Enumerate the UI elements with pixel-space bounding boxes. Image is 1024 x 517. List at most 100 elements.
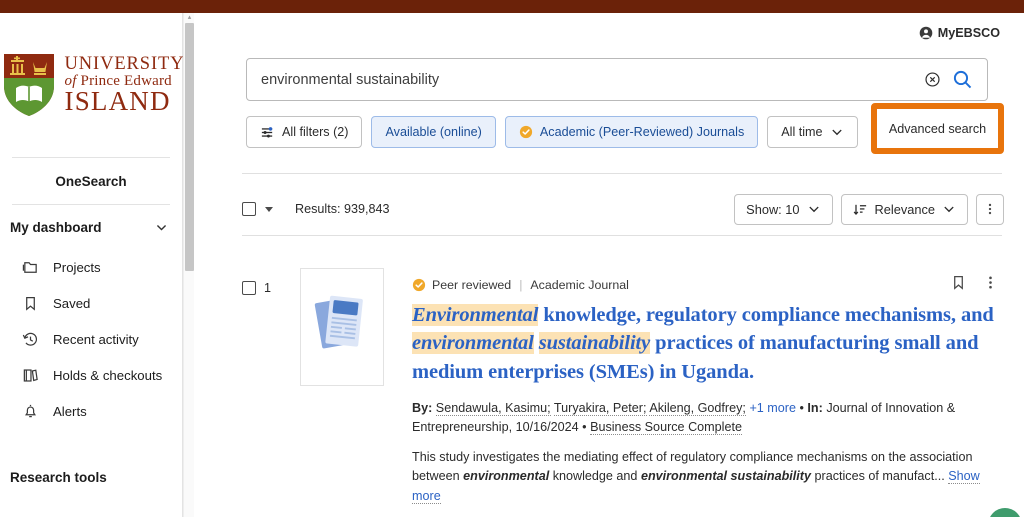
sidebar-item-label: Holds & checkouts <box>53 368 162 383</box>
search-input[interactable] <box>247 72 917 88</box>
result-abstract: This study investigates the mediating ef… <box>412 448 1002 507</box>
results-toolbar: Results: 939,843 Show: 10 Relevance <box>242 189 1004 229</box>
result-actions <box>950 274 998 291</box>
sort-dropdown[interactable]: Relevance <box>841 194 968 225</box>
title-plain: knowledge, regulatory compliance mechani… <box>538 304 993 326</box>
article-documents-icon <box>313 291 371 363</box>
results-more-options-button[interactable] <box>976 194 1004 225</box>
abstract-term: environmental <box>463 469 549 483</box>
books-shelf-icon <box>22 367 39 384</box>
filter-chip-academic-peer-reviewed[interactable]: Academic (Peer-Reviewed) Journals <box>505 116 758 148</box>
sidebar-section-research-tools[interactable]: Research tools <box>0 455 182 499</box>
meta-bullet: • <box>800 401 804 415</box>
title-highlight: sustainability <box>539 332 650 354</box>
filter-chip-all-time[interactable]: All time <box>767 116 857 148</box>
sort-label: Relevance <box>875 202 935 217</box>
filter-chip-available-online[interactable]: Available (online) <box>371 116 495 148</box>
by-label: By: <box>412 401 432 415</box>
left-sidebar: UNIVERSITY of Prince Edward ISLAND OneSe… <box>0 13 183 517</box>
show-per-page-label: Show: 10 <box>746 202 799 217</box>
chevron-down-icon <box>942 202 956 216</box>
browser-top-bar <box>0 0 1024 13</box>
sidebar-item-label: Alerts <box>53 404 87 419</box>
peer-reviewed-badge: Peer reviewed <box>412 278 511 292</box>
results-count-label: Results: 939,843 <box>295 202 390 216</box>
in-label: In: <box>807 401 822 415</box>
title-plain <box>534 332 539 354</box>
clear-circle-x-icon <box>924 71 941 88</box>
sort-descending-icon <box>853 202 868 217</box>
result-thumbnail[interactable] <box>300 268 384 386</box>
result-item: 1 <box>242 268 1004 517</box>
myebsco-label: MyEBSCO <box>938 26 1000 40</box>
abstract-text: practices of manufact... <box>811 469 945 483</box>
caret-down-icon[interactable] <box>265 207 273 212</box>
peer-reviewed-label: Peer reviewed <box>432 278 511 292</box>
sidebar-item-projects[interactable]: Projects <box>0 249 182 285</box>
author-link[interactable]: Sendawula, Kasimu; <box>436 401 551 416</box>
page-root: UNIVERSITY of Prince Edward ISLAND OneSe… <box>0 0 1024 517</box>
author-link[interactable]: Akileng, Godfrey; <box>649 401 746 416</box>
logo-line-university: UNIVERSITY <box>65 55 185 74</box>
sidebar-item-saved[interactable]: Saved <box>0 285 182 321</box>
chevron-down-icon <box>155 221 168 234</box>
sidebar-item-onesearch[interactable]: OneSearch <box>0 158 182 204</box>
peer-reviewed-check-icon <box>412 278 426 292</box>
sidebar-item-holds-checkouts[interactable]: Holds & checkouts <box>0 357 182 393</box>
sidebar-scrollbar-track[interactable]: ▴ <box>183 13 194 517</box>
abstract-term: environmental sustainability <box>641 469 811 483</box>
result-meta-top: Peer reviewed | Academic Journal <box>412 278 1004 292</box>
chevron-down-icon <box>830 125 844 139</box>
result-authors-line: By: Sendawula, Kasimu; Turyakira, Peter;… <box>412 399 1004 437</box>
database-link[interactable]: Business Source Complete <box>590 420 742 435</box>
upei-shield-crest-icon <box>2 52 56 118</box>
filter-chip-label: All time <box>781 125 822 139</box>
sidebar-item-recent-activity[interactable]: Recent activity <box>0 321 182 357</box>
bell-icon <box>22 403 39 420</box>
filter-chip-label: Academic (Peer-Reviewed) Journals <box>540 125 744 139</box>
bookmark-icon[interactable] <box>950 274 967 291</box>
filter-sliders-icon <box>260 125 275 140</box>
bookmark-icon <box>22 295 39 312</box>
select-all-checkbox[interactable] <box>242 202 256 216</box>
clear-search-button[interactable] <box>917 65 947 95</box>
logo-line-island: ISLAND <box>65 88 185 115</box>
result-checkbox[interactable] <box>242 281 256 295</box>
sidebar-scrollbar-thumb[interactable] <box>185 23 194 271</box>
main-content: MyEBSCO <box>194 13 1024 517</box>
title-highlight: Environmental <box>412 304 538 326</box>
kebab-vertical-icon <box>983 202 997 216</box>
myebsco-account-button[interactable]: MyEBSCO <box>919 26 1000 40</box>
chevron-down-icon <box>807 202 821 216</box>
university-logo[interactable]: UNIVERSITY of Prince Edward ISLAND <box>0 13 182 157</box>
divider-under-filters <box>242 173 1002 174</box>
result-title-link[interactable]: Environmental knowledge, regulatory comp… <box>412 301 1004 386</box>
abstract-text: knowledge and <box>549 469 641 483</box>
sidebar-item-alerts[interactable]: Alerts <box>0 393 182 429</box>
show-per-page-dropdown[interactable]: Show: 10 <box>734 194 832 225</box>
folder-icon <box>22 259 39 276</box>
sidebar-item-label: Projects <box>53 260 101 275</box>
authors-more-link[interactable]: +1 more <box>749 401 796 415</box>
research-tools-label: Research tools <box>10 470 107 485</box>
author-link[interactable]: Turyakira, Peter; <box>554 401 647 416</box>
all-filters-button[interactable]: All filters (2) <box>246 116 362 148</box>
advanced-search-button[interactable]: Advanced search <box>889 122 986 136</box>
meta-separator: | <box>519 278 522 292</box>
sidebar-section-my-dashboard[interactable]: My dashboard <box>0 205 182 249</box>
advanced-search-highlight: Advanced search <box>871 103 1004 154</box>
sidebar-item-label: Recent activity <box>53 332 139 347</box>
user-avatar-icon <box>919 26 933 40</box>
search-submit-button[interactable] <box>947 65 977 95</box>
search-magnifier-icon <box>952 69 973 90</box>
history-clock-icon <box>22 331 39 348</box>
divider-under-results-toolbar <box>242 235 1002 236</box>
result-select-area: 1 <box>242 268 300 517</box>
result-number: 1 <box>264 281 271 295</box>
result-details: Peer reviewed | Academic Journal Environ… <box>384 268 1004 517</box>
search-box <box>246 58 988 101</box>
scroll-up-icon[interactable]: ▴ <box>186 14 193 21</box>
meta-bullet: • <box>582 420 586 434</box>
kebab-vertical-icon[interactable] <box>983 275 998 290</box>
results-tools: Show: 10 Relevance <box>734 194 1004 225</box>
